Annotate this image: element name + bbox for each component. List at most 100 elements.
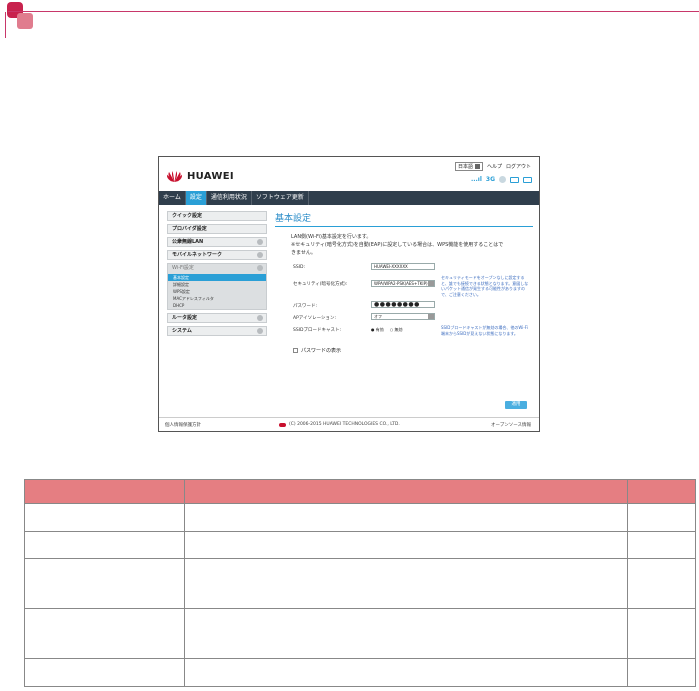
sidebar-item-provider[interactable]: プロバイダ設定 — [167, 224, 267, 234]
ssid-row: SSID: HUAWEI-XXXXXX — [275, 263, 533, 275]
description-line: ※セキュリティ(暗号化方式)を自動(EAP)に設定している場合は、WPS機能を使… — [291, 242, 504, 248]
broadcast-row: SSIDブロードキャスト: ● 有効 ○ 無効 SSIDブロードキャストが無効の… — [275, 325, 533, 345]
settings-table — [24, 479, 696, 687]
globe-icon — [499, 176, 506, 183]
table-header-cell — [183, 479, 629, 504]
security-note: セキュリティモードをオープンなしに設定すると、誰でも接続できる状態となります。意… — [441, 275, 529, 297]
table-cell — [627, 658, 696, 687]
settings-sidebar: クイック設定 プロバイダ設定 公衆無線LAN モバイルネットワーク Wi-Fi設… — [167, 211, 267, 339]
sms-icon — [510, 176, 519, 183]
table-header-cell — [24, 479, 185, 504]
page-title: 基本設定 — [275, 211, 533, 227]
chevron-down-icon — [474, 164, 480, 169]
ssid-field[interactable]: HUAWEI-XXXXXX — [371, 263, 435, 270]
router-footer: 個人情報保護方針 (C) 2006-2015 HUAWEI TECHNOLOGI… — [159, 417, 539, 431]
table-cell — [183, 558, 629, 609]
page-description: LAN側(Wi-Fi)基本設定を行います。 ※セキュリティ(暗号化方式)を自動(… — [275, 233, 533, 257]
sidebar-sub-advanced[interactable]: 詳細設定 — [168, 281, 266, 288]
sidebar-item-router[interactable]: ルータ設定 — [167, 313, 267, 323]
show-password-checkbox[interactable] — [293, 348, 298, 353]
sidebar-sub-wps[interactable]: WPS設定 — [168, 288, 266, 295]
table-cell — [24, 558, 185, 609]
table-cell — [183, 531, 629, 559]
description-line: LAN側(Wi-Fi)基本設定を行います。 — [291, 234, 372, 240]
sidebar-item-mobile-network[interactable]: モバイルネットワーク — [167, 250, 267, 260]
table-row — [24, 558, 696, 609]
broadcast-radio-group: ● 有効 ○ 無効 — [371, 327, 403, 333]
nav-usage[interactable]: 通信利用状況 — [207, 191, 252, 205]
security-label: セキュリティ(暗号化方式): — [293, 282, 348, 287]
ssid-label: SSID: — [293, 265, 306, 270]
network-type: 3G — [485, 175, 495, 183]
broadcast-label: SSIDブロードキャスト: — [293, 328, 342, 333]
table-cell — [183, 503, 629, 532]
sidebar-group-wifi: Wi-Fi設定 基本設定 詳細設定 WPS設定 MACアドレスフィルタ DHCP — [167, 263, 267, 310]
open-source-link[interactable]: オープンソース情報 — [491, 422, 531, 428]
huawei-small-logo — [279, 422, 286, 427]
logout-link[interactable]: ログアウト — [506, 163, 531, 170]
top-links: 日本語 ヘルプ ログアウト — [454, 162, 531, 171]
isolation-row: APアイソレーション: オフ — [275, 313, 533, 325]
table-cell — [24, 658, 185, 687]
copyright: (C) 2006-2015 HUAWEI TECHNOLOGIES CO., L… — [279, 422, 400, 427]
show-password-row: パスワードの表示 — [275, 345, 533, 357]
header-rule — [8, 11, 699, 12]
table-header-row — [24, 479, 696, 504]
security-select[interactable]: WPA/WPA2-PSK(AES+TKIP) — [371, 280, 435, 287]
battery-icon — [523, 176, 532, 183]
show-password-toggle[interactable]: パスワードの表示 — [293, 347, 341, 354]
language-select[interactable]: 日本語 — [454, 162, 483, 171]
main-nav: ホーム 設定 通信利用状況 ソフトウェア更新 — [159, 191, 539, 205]
sidebar-item-label: Wi-Fi設定 — [172, 265, 194, 271]
table-cell — [627, 503, 696, 532]
security-row: セキュリティ(暗号化方式): WPA/WPA2-PSK(AES+TKIP) セキ… — [275, 275, 533, 301]
expand-icon — [257, 315, 263, 321]
nav-software-update[interactable]: ソフトウェア更新 — [252, 191, 309, 205]
radio-label: 無効 — [394, 327, 403, 332]
sidebar-sub-mac-filter[interactable]: MACアドレスフィルタ — [168, 295, 266, 302]
broadcast-off-radio[interactable]: ○ 無効 — [390, 327, 403, 333]
sidebar-sub-basic[interactable]: 基本設定 — [168, 274, 266, 281]
isolation-label: APアイソレーション: — [293, 316, 336, 321]
help-link[interactable]: ヘルプ — [487, 163, 502, 170]
table-row — [24, 503, 696, 532]
router-topbar: HUAWEI 日本語 ヘルプ ログアウト ...ıl 3G — [159, 157, 539, 191]
broadcast-note: SSIDブロードキャストが無効の場合、他のWi-Fi端末からSSIDが見えない状… — [441, 325, 528, 336]
apply-button[interactable]: 適用 — [505, 401, 527, 409]
privacy-link[interactable]: 個人情報保護方針 — [165, 422, 201, 428]
huawei-logo: HUAWEI — [165, 171, 234, 182]
header-mark-light — [17, 13, 33, 29]
router-screenshot: HUAWEI 日本語 ヘルプ ログアウト ...ıl 3G ホーム 設定 通信利… — [158, 156, 540, 432]
table-cell — [24, 503, 185, 532]
sidebar-sub-dhcp[interactable]: DHCP — [168, 302, 266, 309]
password-label: パスワード: — [293, 304, 318, 309]
password-field[interactable]: ●●●●●●●● — [371, 301, 435, 308]
expand-icon — [257, 328, 263, 334]
sidebar-item-label: モバイルネットワーク — [172, 252, 223, 258]
table-cell — [24, 608, 185, 659]
nav-home[interactable]: ホーム — [159, 191, 186, 205]
table-cell — [24, 531, 185, 559]
radio-label: 有効 — [375, 327, 384, 332]
sidebar-item-system[interactable]: システム — [167, 326, 267, 336]
table-row — [24, 531, 696, 559]
sidebar-item-label: 公衆無線LAN — [172, 239, 204, 245]
sidebar-item-quick-setup[interactable]: クイック設定 — [167, 211, 267, 221]
signal-icon: ...ıl — [470, 175, 482, 183]
table-cell — [627, 531, 696, 559]
sidebar-item-label: ルータ設定 — [172, 315, 198, 321]
nav-settings[interactable]: 設定 — [185, 191, 207, 205]
show-password-label: パスワードの表示 — [301, 348, 342, 354]
description-line: きません。 — [291, 250, 316, 256]
expand-icon — [257, 239, 263, 245]
password-row: パスワード: ●●●●●●●● — [275, 301, 533, 313]
sidebar-item-wifi[interactable]: Wi-Fi設定 — [168, 264, 266, 274]
table-row — [24, 608, 696, 659]
broadcast-on-radio[interactable]: ● 有効 — [371, 327, 384, 333]
isolation-select[interactable]: オフ — [371, 313, 435, 320]
collapse-icon — [257, 265, 263, 271]
settings-content: 基本設定 LAN側(Wi-Fi)基本設定を行います。 ※セキュリティ(暗号化方式… — [275, 211, 533, 357]
table-header-cell — [627, 479, 696, 504]
header-rule-vertical — [5, 12, 6, 38]
sidebar-item-public-wlan[interactable]: 公衆無線LAN — [167, 237, 267, 247]
